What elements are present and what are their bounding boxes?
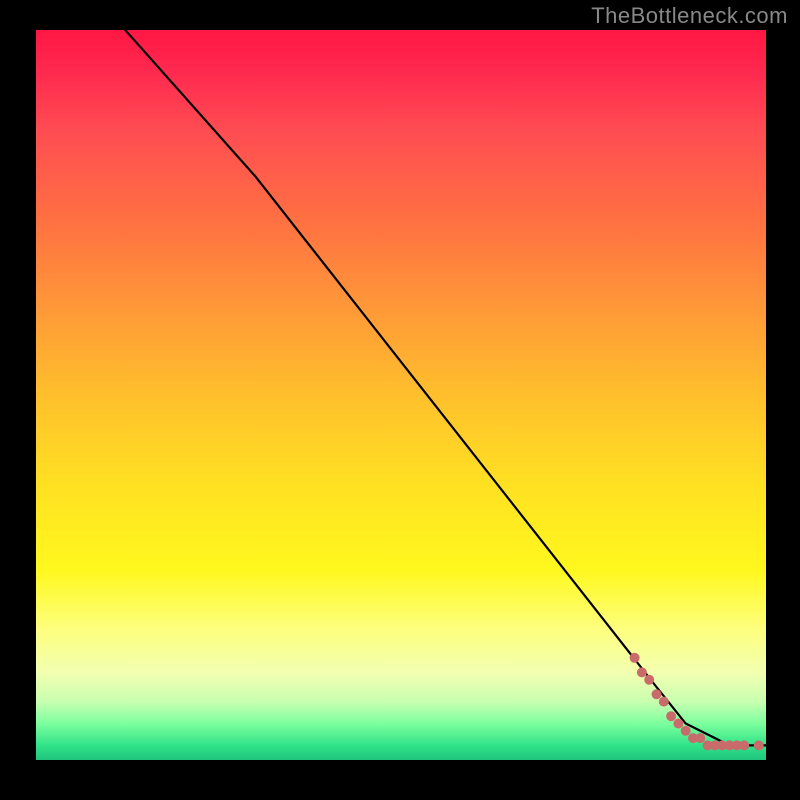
- chart-scatter-point: [739, 740, 749, 750]
- chart-scatter-point: [659, 697, 669, 707]
- attribution-text: TheBottleneck.com: [591, 3, 788, 29]
- chart-scatter-point: [630, 653, 640, 663]
- chart-scatter-point: [652, 689, 662, 699]
- chart-scatter-point: [673, 719, 683, 729]
- chart-overlay-svg: [36, 30, 766, 760]
- chart-scatter-point: [695, 733, 705, 743]
- chart-scatter-point: [644, 675, 654, 685]
- chart-plot-area: [36, 30, 766, 760]
- chart-line: [80, 30, 766, 745]
- chart-scatter-group: [630, 653, 766, 751]
- chart-scatter-point: [681, 726, 691, 736]
- chart-scatter-point: [666, 711, 676, 721]
- chart-scatter-point: [637, 667, 647, 677]
- chart-scatter-point: [754, 740, 764, 750]
